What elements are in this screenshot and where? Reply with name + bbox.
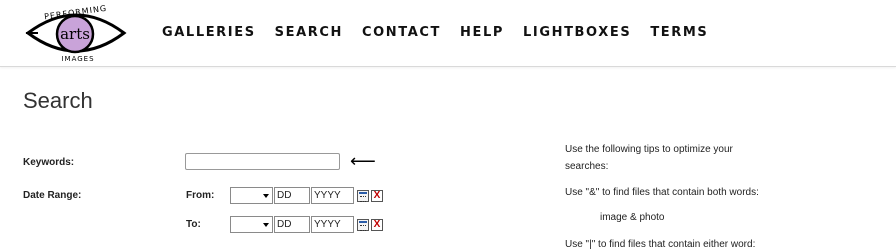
from-label: From:	[186, 190, 215, 201]
to-calendar-icon[interactable]	[357, 219, 369, 231]
page-title: Search	[23, 88, 93, 113]
from-month-select[interactable]	[230, 187, 273, 204]
to-month-select[interactable]	[230, 216, 273, 233]
nav-terms[interactable]: TERMS	[650, 24, 708, 42]
from-calendar-icon[interactable]	[357, 190, 369, 202]
nav-lightboxes[interactable]: LIGHTBOXES	[523, 24, 631, 42]
from-clear-icon[interactable]: X	[371, 190, 383, 202]
nav-search[interactable]: SEARCH	[275, 24, 343, 42]
from-year-field[interactable]: YYYY	[311, 187, 354, 204]
site-header: arts PERFORMING IMAGES GALLERIES SEARCH …	[0, 0, 896, 67]
chevron-down-icon	[263, 223, 269, 227]
tips-intro-line2: searches:	[565, 161, 609, 172]
from-day-field[interactable]: DD	[274, 187, 310, 204]
logo-bottom-text: IMAGES	[61, 55, 94, 63]
nav-galleries[interactable]: GALLERIES	[162, 24, 256, 42]
logo-center-text: arts	[60, 25, 90, 43]
nav-help[interactable]: HELP	[460, 24, 504, 42]
date-range-label: Date Range:	[23, 190, 82, 201]
main-nav: GALLERIES SEARCH CONTACT HELP LIGHTBOXES…	[162, 24, 727, 42]
to-day-field[interactable]: DD	[274, 216, 310, 233]
performing-arts-images-logo[interactable]: arts PERFORMING IMAGES	[24, 3, 128, 63]
to-year-field[interactable]: YYYY	[311, 216, 354, 233]
to-clear-icon[interactable]: X	[371, 219, 383, 231]
tips-and-text: Use "&" to find files that contain both …	[565, 187, 759, 198]
tips-and-example: image & photo	[600, 212, 665, 223]
chevron-down-icon	[263, 194, 269, 198]
to-label: To:	[186, 219, 201, 230]
left-arrow-icon: ⟵	[350, 151, 376, 171]
eye-logo-icon: arts PERFORMING IMAGES	[25, 4, 127, 63]
keywords-input[interactable]	[185, 153, 340, 170]
tips-intro-line1: Use the following tips to optimize your	[565, 144, 733, 155]
nav-contact[interactable]: CONTACT	[362, 24, 441, 42]
keywords-label: Keywords:	[23, 157, 75, 168]
